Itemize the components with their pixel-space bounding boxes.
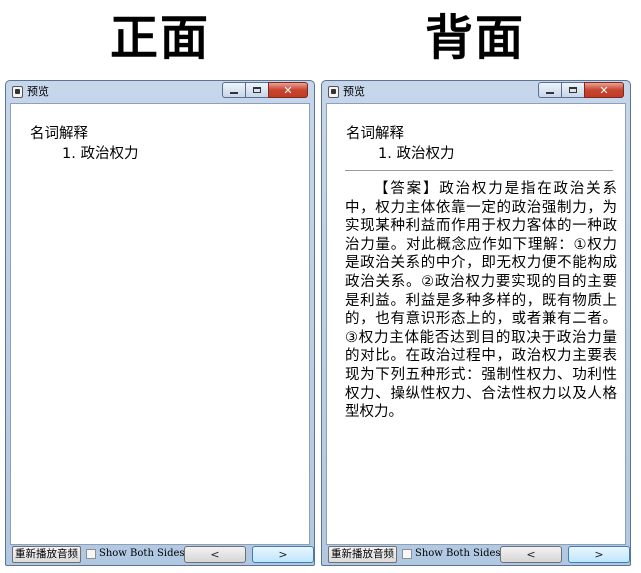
minimize-button[interactable] <box>222 82 245 98</box>
show-both-sides-checkbox[interactable] <box>402 549 412 559</box>
title-bar[interactable]: 预览 ✕ <box>322 81 630 103</box>
answer-text: 【答案】政治权力是指在政治关系中，权力主体依靠一定的政治强制力，为实现某种利益而… <box>345 181 617 421</box>
chevron-right-icon: > <box>594 548 604 561</box>
section-label: 名词解释 <box>346 126 404 142</box>
maximize-icon <box>569 87 577 93</box>
back-heading: 背面 <box>424 10 525 66</box>
maximize-button[interactable] <box>245 82 268 98</box>
show-both-sides-checkbox[interactable] <box>86 549 96 559</box>
maximize-button[interactable] <box>561 82 584 98</box>
term-label: 1. 政治权力 <box>378 146 455 162</box>
front-heading: 正面 <box>109 10 210 66</box>
close-button[interactable]: ✕ <box>268 82 308 98</box>
question-block: 名词解释 1. 政治权力 <box>346 124 454 164</box>
app-icon <box>12 86 23 98</box>
replay-audio-button[interactable]: 重新播放音频 <box>12 546 81 563</box>
chevron-left-icon: < <box>526 548 536 561</box>
bottom-toolbar: 重新播放音频 Show Both Sides < > <box>10 546 314 564</box>
previous-button[interactable]: < <box>184 546 246 563</box>
window-title: 预览 <box>343 85 365 98</box>
show-both-sides-label[interactable]: Show Both Sides <box>415 547 501 561</box>
answer-divider <box>345 170 613 171</box>
minimize-icon <box>546 92 554 94</box>
next-button[interactable]: > <box>252 546 314 563</box>
minimize-icon <box>230 92 238 94</box>
question-block: 名词解释 1. 政治权力 <box>30 124 138 164</box>
term-label: 1. 政治权力 <box>62 146 139 162</box>
window-title: 预览 <box>27 85 49 98</box>
replay-audio-button[interactable]: 重新播放音频 <box>328 546 397 563</box>
close-icon: ✕ <box>283 83 293 97</box>
app-icon <box>328 86 339 98</box>
card-front-view: 名词解释 1. 政治权力 <box>10 103 310 545</box>
bottom-toolbar: 重新播放音频 Show Both Sides < > <box>326 546 630 564</box>
title-bar[interactable]: 预览 ✕ <box>6 81 314 103</box>
close-icon: ✕ <box>599 83 609 97</box>
next-button[interactable]: > <box>568 546 630 563</box>
maximize-icon <box>253 87 261 93</box>
window-controls: ✕ <box>538 82 624 99</box>
minimize-button[interactable] <box>538 82 561 98</box>
close-button[interactable]: ✕ <box>584 82 624 98</box>
preview-window-back: 预览 ✕ 名词解释 1. 政治权力 【答案】政治权力是指在政治关系中，权力主体依… <box>321 80 631 566</box>
section-label: 名词解释 <box>30 126 88 142</box>
chevron-right-icon: > <box>278 548 288 561</box>
previous-button[interactable]: < <box>500 546 562 563</box>
window-controls: ✕ <box>222 82 308 99</box>
preview-window-front: 预览 ✕ 名词解释 1. 政治权力 重新播放音频 Show Both Sides… <box>5 80 315 566</box>
show-both-sides-label[interactable]: Show Both Sides <box>99 547 185 561</box>
card-back-view: 名词解释 1. 政治权力 【答案】政治权力是指在政治关系中，权力主体依靠一定的政… <box>326 103 626 545</box>
chevron-left-icon: < <box>210 548 220 561</box>
